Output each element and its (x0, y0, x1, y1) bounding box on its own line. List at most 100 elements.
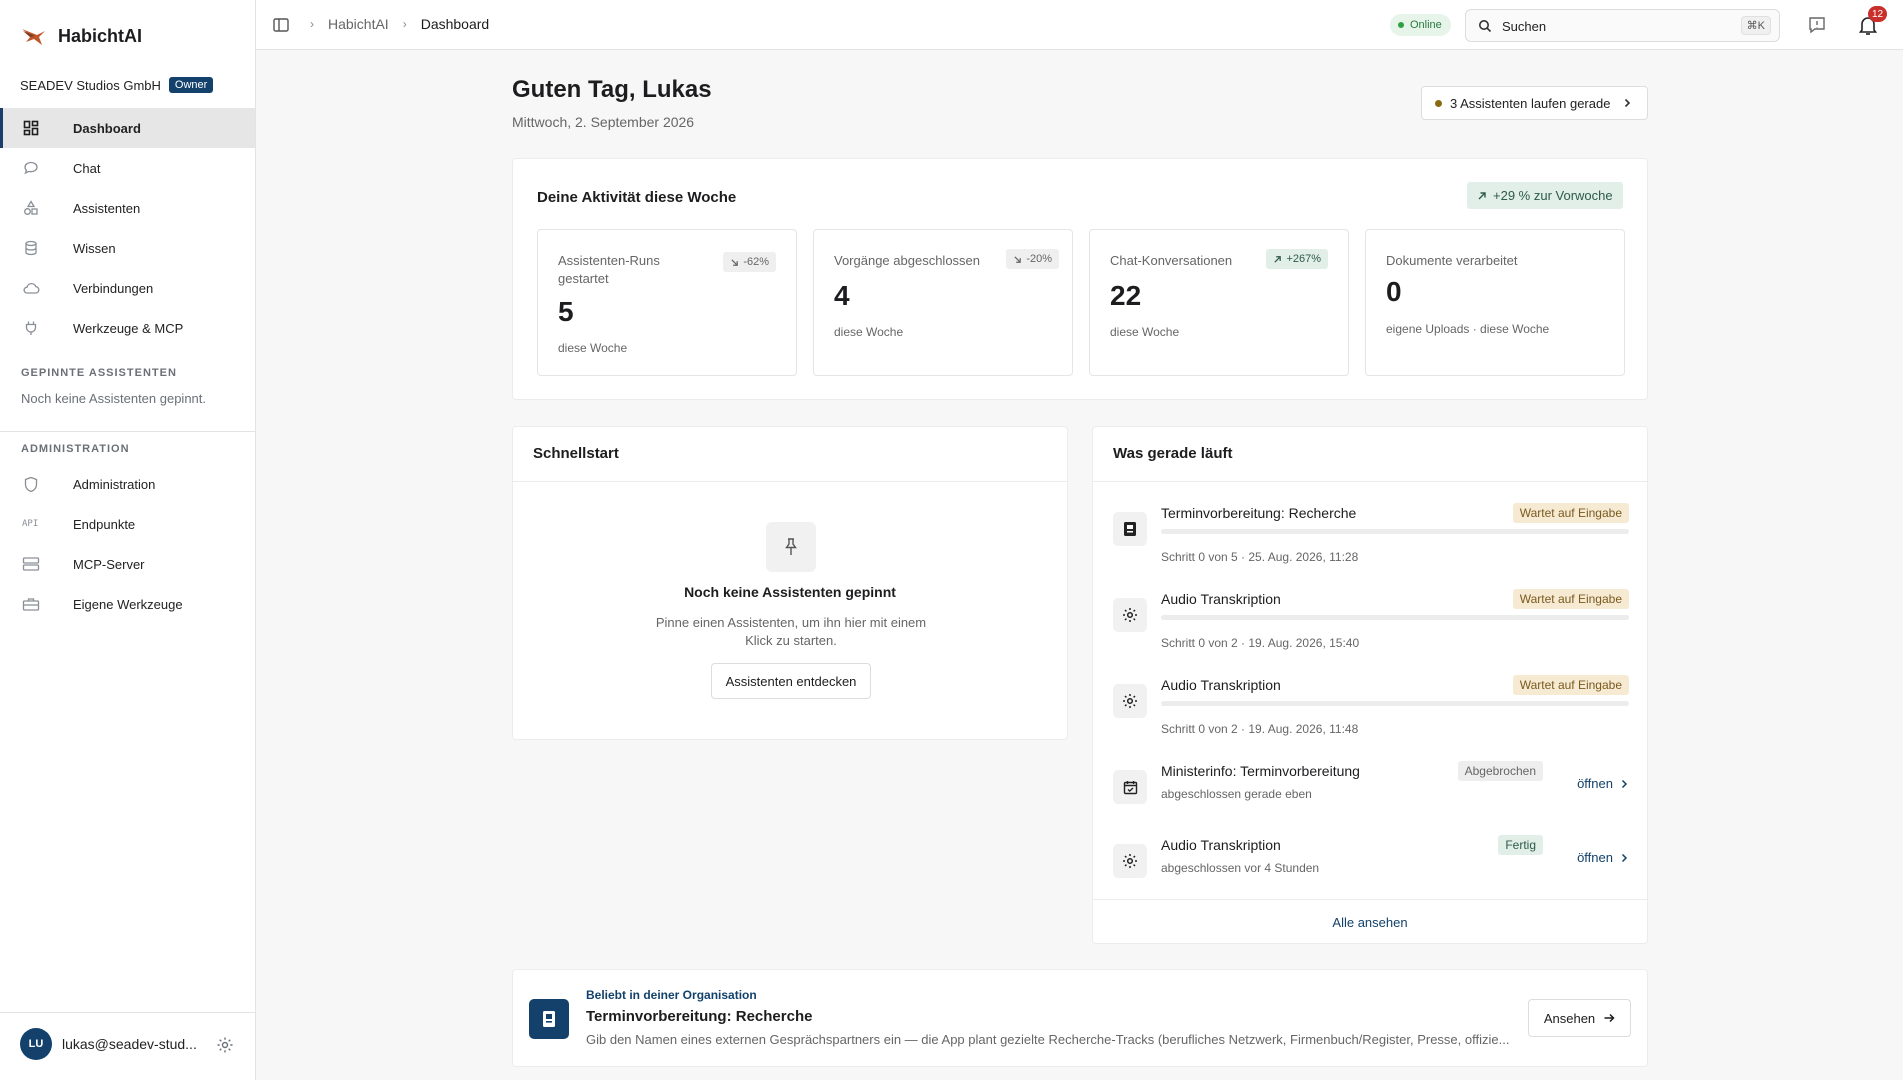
pinned-empty-text: Noch keine Assistenten gepinnt. (21, 391, 207, 406)
status-badge: Online (1390, 14, 1451, 36)
stat-delta: -20% (1026, 253, 1052, 265)
running-assistants-button[interactable]: 3 Assistenten laufen gerade (1421, 86, 1648, 120)
open-link[interactable]: öffnen (1577, 850, 1629, 865)
view-button[interactable]: Ansehen (1528, 999, 1631, 1037)
shield-icon (22, 475, 40, 493)
run-name: Audio Transkription (1161, 837, 1281, 853)
sidebar-item-endpunkte[interactable]: API Endpunkte (0, 504, 255, 544)
status-text: Online (1410, 19, 1442, 31)
open-label: öffnen (1577, 850, 1613, 865)
chevron-right-icon (1621, 853, 1628, 862)
sidebar-item-wissen[interactable]: Wissen (0, 228, 255, 268)
user-menu[interactable]: LU lukas@seadev-stud... (20, 1028, 197, 1060)
sidebar-item-label: Chat (73, 160, 101, 176)
run-item[interactable]: Audio Transkription Fertig abgeschlossen… (1113, 831, 1629, 905)
run-item[interactable]: Terminvorbereitung: Recherche Wartet auf… (1113, 499, 1629, 585)
run-meta: abgeschlossen gerade eben (1161, 787, 1312, 801)
sidebar-divider (0, 1012, 255, 1013)
admin-section-title: ADMINISTRATION (21, 443, 130, 455)
activity-card: Deine Aktivität diese Woche +29 % zur Vo… (512, 158, 1648, 400)
chevron-right-icon (1624, 98, 1631, 108)
sidebar-item-assistenten[interactable]: Assistenten (0, 188, 255, 228)
chevron-right-icon: › (402, 17, 407, 31)
sidebar-item-administration[interactable]: Administration (0, 464, 255, 504)
run-item[interactable]: Audio Transkription Wartet auf Eingabe S… (1113, 671, 1629, 757)
stat-value: 4 (834, 280, 850, 311)
gear-icon[interactable] (216, 1036, 234, 1054)
assistants-icon (22, 199, 40, 217)
arrow-up-right-icon (1274, 255, 1282, 263)
run-name: Audio Transkription (1161, 591, 1281, 607)
divider (1093, 481, 1647, 482)
org-switcher[interactable]: SEADEV Studios GmbH Owner (20, 77, 214, 93)
dashboard-icon (22, 119, 40, 137)
brand[interactable]: HabichtAI (20, 22, 142, 50)
run-name: Ministerinfo: Terminvorbereitung (1161, 763, 1360, 779)
sidebar-item-dashboard[interactable]: Dashboard (0, 108, 255, 148)
stat-card-chats: Chat-Konversationen +267% 22 diese Woche (1089, 229, 1349, 376)
sidebar-item-label: Dashboard (73, 120, 141, 136)
sidebar-item-mcp-server[interactable]: MCP-Server (0, 544, 255, 584)
sidebar-item-label: Assistenten (73, 200, 141, 216)
popular-description: Gib den Namen eines externen Gesprächspa… (586, 1032, 1510, 1047)
running-dot-icon (1435, 99, 1442, 107)
breadcrumb-item[interactable]: HabichtAI (328, 16, 389, 32)
role-badge: Owner (168, 77, 214, 93)
sidebar-item-label: MCP-Server (73, 556, 145, 572)
stat-delta-badge: +267% (1266, 249, 1328, 269)
trend-badge: +29 % zur Vorwoche (1467, 182, 1623, 209)
run-meta: Schritt 0 von 2 · 19. Aug. 2026, 15:40 (1161, 636, 1360, 650)
see-all-link[interactable]: Alle ansehen (1093, 915, 1647, 930)
stat-value: 22 (1110, 280, 1142, 311)
arrow-down-right-icon (1014, 255, 1022, 263)
sidebar: HabichtAI SEADEV Studios GmbH Owner Dash… (0, 0, 256, 1080)
page-title: Guten Tag, Lukas (512, 76, 712, 103)
arrow-right-icon (1604, 1013, 1615, 1023)
stat-delta-badge: -20% (1006, 249, 1059, 269)
status-badge: Wartet auf Eingabe (1512, 589, 1629, 609)
breadcrumb-current: Dashboard (420, 16, 490, 32)
sidebar-item-chat[interactable]: Chat (0, 148, 255, 188)
notification-count: 12 (1868, 6, 1888, 22)
toolbox-icon (22, 595, 40, 613)
search-box[interactable]: ⌘K (1465, 9, 1780, 42)
app-name: HabichtAI (58, 25, 143, 46)
progress-bar (1161, 615, 1629, 620)
running-assistants-label: 3 Assistenten laufen gerade (1450, 95, 1611, 111)
sidebar-item-verbindungen[interactable]: Verbindungen (0, 268, 255, 308)
divider (1093, 899, 1647, 900)
run-item[interactable]: Audio Transkription Wartet auf Eingabe S… (1113, 585, 1629, 671)
feedback-icon[interactable] (1807, 15, 1827, 35)
sidebar-item-eigene-werkzeuge[interactable]: Eigene Werkzeuge (0, 584, 255, 624)
discover-assistants-button[interactable]: Assistenten entdecken (711, 663, 871, 699)
sidebar-item-label: Werkzeuge & MCP (73, 320, 184, 336)
view-button-label: Ansehen (1543, 1010, 1596, 1026)
quickstart-empty-title: Noch keine Assistenten gepinnt (684, 584, 896, 600)
run-item[interactable]: Ministerinfo: Terminvorbereitung Abgebro… (1113, 757, 1629, 831)
stat-label: Dokumente verarbeitet (1386, 253, 1518, 268)
stat-label: Assistenten-Runs gestartet (558, 253, 660, 286)
sidebar-item-label: Administration (73, 476, 156, 492)
stat-label: Vorgänge abgeschlossen (834, 253, 981, 268)
sidebar-item-label: Verbindungen (73, 280, 154, 296)
org-name: SEADEV Studios GmbH (20, 77, 161, 93)
stat-delta-badge: -62% (723, 252, 776, 272)
open-link[interactable]: öffnen (1577, 776, 1629, 791)
status-badge: Wartet auf Eingabe (1512, 503, 1629, 523)
pinned-section-title: GEPINNTE ASSISTENTEN (21, 367, 177, 379)
gear-icon (1113, 684, 1147, 718)
stat-delta: +267% (1286, 253, 1321, 265)
user-email: lukas@seadev-stud... (62, 1036, 197, 1052)
sidebar-item-werkzeuge[interactable]: Werkzeuge & MCP (0, 308, 255, 348)
popular-title: Terminvorbereitung: Recherche (586, 1008, 813, 1025)
popular-kicker: Beliebt in deiner Organisation (586, 988, 757, 1002)
stat-value: 5 (558, 296, 574, 327)
search-input[interactable] (1502, 16, 1722, 36)
status-badge: Fertig (1498, 835, 1543, 855)
sidebar-toggle-icon[interactable] (272, 16, 290, 34)
calendar-icon (1113, 770, 1147, 804)
chevron-right-icon (1621, 779, 1628, 788)
database-icon (22, 239, 40, 257)
quickstart-title: Schnellstart (533, 445, 619, 462)
plug-icon (22, 319, 40, 337)
